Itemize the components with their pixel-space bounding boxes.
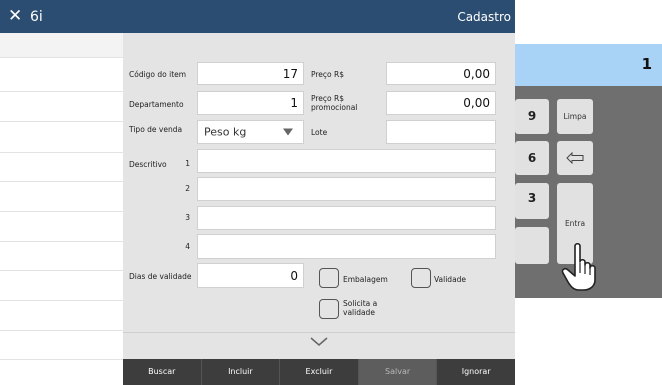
tipo-venda-value: Peso kg xyxy=(204,125,247,139)
descritivo-line-2[interactable] xyxy=(197,177,496,201)
excluir-button[interactable]: Excluir xyxy=(280,359,359,385)
departamento-field[interactable]: 1 xyxy=(197,91,304,115)
lote-field[interactable] xyxy=(386,120,496,144)
item-list xyxy=(0,33,123,385)
key-9[interactable]: 9 xyxy=(515,99,549,134)
descritivo-label: Descritivo xyxy=(129,160,167,169)
embalagem-label: Embalagem xyxy=(343,275,388,284)
descritivo-line-1[interactable] xyxy=(197,149,496,173)
dropdown-arrow-icon xyxy=(283,128,293,136)
codigo-value: 17 xyxy=(282,66,298,81)
validade-checkbox[interactable] xyxy=(411,268,431,288)
backspace-button[interactable] xyxy=(557,141,593,175)
preco-field[interactable]: 0,00 xyxy=(386,62,496,85)
lote-label: Lote xyxy=(311,128,328,137)
window-title: 6i xyxy=(30,9,43,25)
list-item[interactable] xyxy=(0,58,123,92)
chevron-down-icon[interactable] xyxy=(310,337,328,347)
key-6[interactable]: 6 xyxy=(515,141,549,175)
solicita-validade-checkbox[interactable] xyxy=(319,299,339,319)
incluir-button[interactable]: Incluir xyxy=(202,359,281,385)
tipo-venda-select[interactable]: Peso kg xyxy=(197,120,304,144)
solicita-label-line2: validade xyxy=(343,308,375,317)
list-item[interactable] xyxy=(0,122,123,153)
preco-value: 0,00 xyxy=(463,66,490,81)
departamento-label: Departamento xyxy=(129,100,184,109)
line-number-1: 1 xyxy=(185,159,190,168)
divider xyxy=(123,332,515,333)
salvar-button[interactable]: Salvar xyxy=(358,359,438,385)
preco-promo-value: 0,00 xyxy=(463,96,490,110)
preco-promo-label-line2: promocional xyxy=(311,103,358,112)
line-number-4: 4 xyxy=(185,242,190,251)
screen-title: Cadastro xyxy=(457,10,511,24)
dias-validade-field[interactable]: 0 xyxy=(197,263,304,288)
list-item[interactable] xyxy=(0,271,123,301)
key-blank[interactable] xyxy=(515,227,549,264)
list-item[interactable] xyxy=(0,331,123,360)
validade-label: Validade xyxy=(434,275,467,284)
tipo-venda-label: Tipo de venda xyxy=(129,125,183,134)
footer-toolbar: Buscar Incluir Excluir Salvar Ignorar xyxy=(123,359,515,385)
ignorar-button[interactable]: Ignorar xyxy=(437,359,515,385)
list-item[interactable] xyxy=(0,212,123,242)
hand-pointer-icon xyxy=(561,242,596,291)
close-icon[interactable]: ✕ xyxy=(8,6,22,26)
preco-label: Preço R$ xyxy=(311,70,345,79)
dias-validade-label: Dias de validade xyxy=(129,272,192,281)
list-item[interactable] xyxy=(0,33,123,58)
preco-promo-label-line1: Preço R$ xyxy=(311,94,345,103)
descritivo-line-4[interactable] xyxy=(197,234,496,259)
numeric-keypad: 1 9 Limpa 6 3 Entra xyxy=(515,44,662,298)
keypad-display-value: 1 xyxy=(641,55,652,73)
title-bar: ✕ 6i Cadastro xyxy=(0,0,515,33)
codigo-label: Código do item xyxy=(129,70,187,79)
solicita-label-line1: Solicita a xyxy=(343,299,378,308)
limpa-button[interactable]: Limpa xyxy=(557,99,593,134)
line-number-2: 2 xyxy=(185,184,190,193)
list-item[interactable] xyxy=(0,182,123,212)
dias-validade-value: 0 xyxy=(290,268,298,283)
preco-promocional-field[interactable]: 0,00 xyxy=(386,91,496,115)
list-item[interactable] xyxy=(0,92,123,122)
list-item[interactable] xyxy=(0,242,123,271)
embalagem-checkbox[interactable] xyxy=(319,268,339,288)
descritivo-line-3[interactable] xyxy=(197,206,496,230)
buscar-button[interactable]: Buscar xyxy=(123,359,202,385)
line-number-3: 3 xyxy=(185,213,190,222)
backspace-arrow-icon xyxy=(566,151,584,165)
list-item[interactable] xyxy=(0,301,123,331)
list-item[interactable] xyxy=(0,153,123,182)
codigo-field[interactable]: 17 xyxy=(197,62,304,85)
keypad-display: 1 xyxy=(515,44,662,86)
departamento-value: 1 xyxy=(290,96,298,110)
cadastro-form: Código do item 17 Preço R$ 0,00 Departam… xyxy=(123,33,515,359)
key-3[interactable]: 3 xyxy=(515,183,549,219)
